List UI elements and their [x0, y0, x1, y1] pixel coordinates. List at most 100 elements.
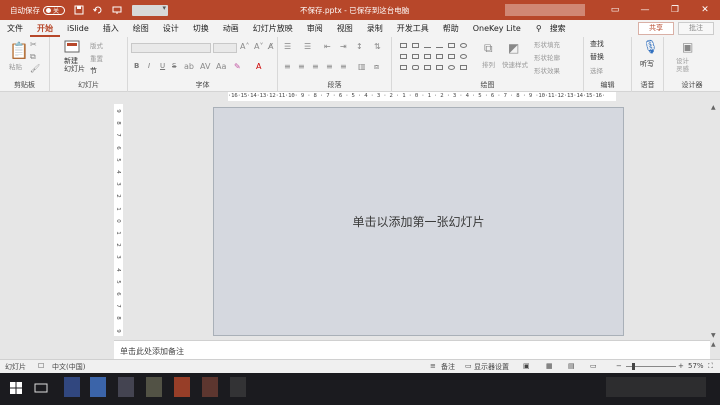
bullets-icon[interactable]: ☰ [284, 42, 291, 51]
shape-rect[interactable] [412, 43, 419, 48]
windows-start-icon[interactable] [10, 382, 22, 396]
shape-rect[interactable] [424, 65, 431, 70]
shape-rect[interactable] [436, 54, 443, 59]
align-center-icon[interactable]: ≡ [298, 62, 305, 71]
save-icon[interactable] [74, 5, 84, 15]
tab-design[interactable]: 设计 [156, 20, 186, 37]
shape-oval[interactable] [448, 65, 455, 70]
taskbar-app[interactable] [64, 377, 80, 397]
vertical-scrollbar[interactable]: ▲ ▼ ▲ [710, 104, 720, 350]
shape-oval[interactable] [460, 43, 467, 48]
italic-button[interactable]: I [148, 62, 150, 70]
shape-rect[interactable] [400, 43, 407, 48]
taskbar-app[interactable] [230, 377, 246, 397]
tab-slideshow[interactable]: 幻灯片放映 [246, 20, 300, 37]
reset-button[interactable]: 重置 [90, 53, 103, 63]
tab-developer[interactable]: 开发工具 [390, 20, 436, 37]
tab-insert[interactable]: 插入 [96, 20, 126, 37]
font-name-combo[interactable] [131, 43, 211, 53]
tab-draw[interactable]: 绘图 [126, 20, 156, 37]
align-right-icon[interactable]: ≡ [312, 62, 319, 71]
shape-rounded[interactable] [412, 65, 419, 70]
new-slide-icon[interactable] [64, 40, 80, 55]
shape-fill-button[interactable]: 形状填充 [534, 39, 560, 49]
strikethrough-button[interactable]: S [172, 62, 176, 70]
tab-view[interactable]: 视图 [330, 20, 360, 37]
ribbon-display-icon[interactable]: ▭ [600, 0, 630, 20]
shape-triangle[interactable] [412, 54, 419, 59]
shape-rect[interactable] [400, 54, 407, 59]
zoom-out-icon[interactable]: − [616, 362, 622, 370]
minimize-icon[interactable]: — [630, 0, 660, 20]
text-direction-icon[interactable]: ⇅ [374, 42, 381, 51]
shape-rect[interactable] [460, 65, 467, 70]
display-icon[interactable]: ▭ [465, 362, 472, 370]
shape-rect[interactable] [448, 43, 455, 48]
fit-slide-icon[interactable]: ⛶ [708, 362, 713, 371]
tab-review[interactable]: 审阅 [300, 20, 330, 37]
increase-indent-icon[interactable]: ⇥ [340, 42, 347, 51]
font-color-icon[interactable]: A [256, 62, 261, 71]
tab-islide[interactable]: iSlide [60, 20, 96, 37]
design-ideas-icon[interactable]: ▣ [682, 40, 693, 54]
taskbar-app[interactable] [146, 377, 162, 397]
normal-view-icon[interactable]: ▣ [523, 362, 530, 370]
paste-icon[interactable]: 📋 [9, 41, 29, 60]
maximize-icon[interactable]: ❐ [660, 0, 690, 20]
quick-styles-icon[interactable]: ◩ [508, 41, 519, 55]
tab-onekey[interactable]: OneKey Lite [466, 20, 528, 37]
qat-dropdown[interactable]: ▾ [132, 4, 168, 16]
shape-line[interactable] [424, 43, 431, 48]
bold-button[interactable]: B [134, 62, 139, 70]
grow-font-icon[interactable]: A˄ [240, 42, 249, 51]
justify-icon[interactable]: ≡ [326, 62, 333, 71]
format-painter-icon[interactable]: 🖌 [30, 64, 40, 73]
notes-placeholder[interactable]: 单击此处添加备注 [120, 346, 184, 357]
new-slide-label[interactable]: 新建 幻灯片 [64, 57, 85, 73]
shape-effects-button[interactable]: 形状效果 [534, 65, 560, 75]
share-button[interactable]: 共享 [638, 22, 674, 35]
tab-record[interactable]: 录制 [360, 20, 390, 37]
align-left-icon[interactable]: ≡ [284, 62, 291, 71]
scroll-down-icon[interactable]: ▼ [711, 332, 716, 339]
select-button[interactable]: 选择 [590, 65, 603, 75]
add-slide-placeholder[interactable]: 单击以添加第一张幻灯片 [352, 213, 484, 230]
display-settings[interactable]: 显示器设置 [474, 362, 509, 372]
layout-button[interactable]: 版式 [90, 40, 103, 50]
zoom-in-icon[interactable]: + [678, 362, 684, 370]
notes-icon[interactable]: ≡ [430, 362, 436, 370]
change-case-icon[interactable]: Aa [216, 62, 226, 71]
copy-icon[interactable]: ⧉ [30, 52, 36, 62]
notes-pane[interactable]: 单击此处添加备注 [114, 340, 710, 359]
tab-help[interactable]: 帮助 [436, 20, 466, 37]
distributed-icon[interactable]: ≡ [340, 62, 347, 71]
system-tray[interactable] [606, 377, 706, 397]
highlight-icon[interactable]: ✎ [234, 62, 241, 71]
shape-rect[interactable] [400, 65, 407, 70]
shape-oval[interactable] [460, 54, 467, 59]
find-button[interactable]: 查找 [590, 39, 604, 49]
zoom-level[interactable]: 57% [688, 362, 704, 370]
shape-rect[interactable] [424, 54, 431, 59]
shape-arrow[interactable] [448, 54, 455, 59]
notes-toggle[interactable]: 备注 [441, 362, 455, 372]
language-indicator[interactable]: 中文(中国) [52, 362, 85, 372]
tab-transitions[interactable]: 切换 [186, 20, 216, 37]
smartart-icon[interactable]: ⧈ [374, 62, 379, 72]
shrink-font-icon[interactable]: A˅ [254, 42, 263, 51]
decrease-indent-icon[interactable]: ⇤ [324, 42, 331, 51]
comment-button[interactable]: 批注 [678, 22, 714, 35]
undo-icon[interactable] [93, 5, 103, 15]
arrange-label[interactable]: 排列 [482, 59, 495, 69]
taskbar-app[interactable] [90, 377, 106, 397]
scroll-up-icon[interactable]: ▲ [711, 104, 716, 111]
slideshow-icon[interactable]: ▭ [590, 362, 597, 370]
taskbar-app[interactable] [202, 377, 218, 397]
slide-sorter-icon[interactable]: ▦ [546, 362, 553, 370]
arrange-icon[interactable]: ⧉ [484, 41, 493, 56]
cut-icon[interactable]: ✂ [30, 40, 37, 49]
underline-button[interactable]: U [160, 62, 165, 70]
font-size-combo[interactable] [213, 43, 237, 53]
slide-canvas[interactable]: 单击以添加第一张幻灯片 [213, 107, 624, 336]
present-icon[interactable] [112, 5, 122, 15]
